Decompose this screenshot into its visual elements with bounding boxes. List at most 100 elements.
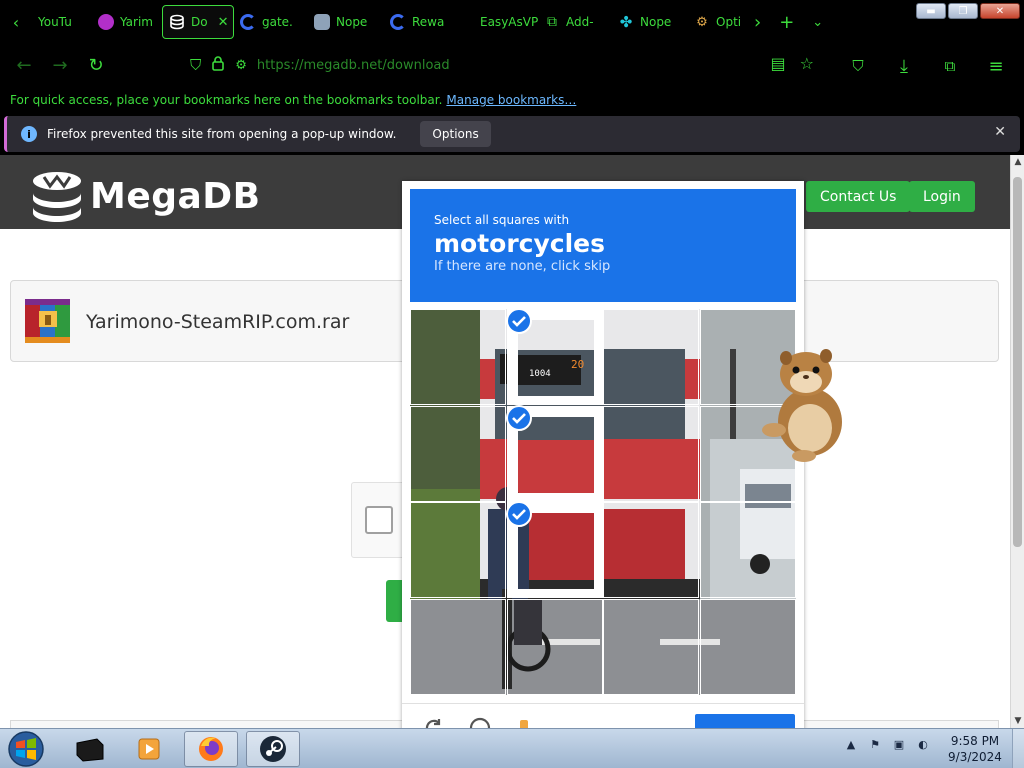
popup-notice-text: Firefox prevented this site from opening… (47, 127, 397, 141)
hamburger-menu-icon[interactable]: ≡ (978, 48, 1014, 84)
taskbar-app-firefox[interactable] (184, 731, 238, 767)
network-monitor-icon[interactable]: ▣ (890, 735, 908, 753)
bookmarks-hint: For quick access, place your bookmarks h… (10, 93, 443, 107)
tab-download[interactable]: Do ✕ (162, 5, 234, 39)
tab-close-icon[interactable]: ✕ (218, 15, 229, 30)
show-hidden-icons-arrow-icon[interactable]: ▲ (842, 735, 860, 753)
captcha-target: motorcycles (434, 229, 606, 258)
pocket-icon[interactable]: ⛉ (840, 48, 876, 84)
captcha-image-grid: 1004 20 (410, 309, 796, 695)
login-button[interactable]: Login (909, 181, 975, 212)
close-notice-icon[interactable]: ✕ (994, 124, 1006, 140)
tab-label: Rewa (412, 15, 445, 29)
tab-options[interactable]: ⚙ Opti (688, 5, 744, 39)
contact-us-button[interactable]: Contact Us (806, 181, 911, 212)
extensions-icon[interactable]: ⧉ (932, 48, 968, 84)
robot-icon (314, 14, 330, 30)
steam-icon (260, 736, 286, 762)
reader-view-icon[interactable]: ▤ (771, 54, 786, 73)
minimize-button[interactable]: ▬ (916, 3, 946, 19)
screen: ‹ YouTu Yarim Do ✕ gate. Nope Rewa EasyA… (0, 0, 1024, 768)
downloads-icon[interactable]: ⤓ (886, 48, 922, 84)
manage-bookmarks-link[interactable]: Manage bookmarks… (446, 93, 576, 107)
firefox-icon (199, 737, 223, 761)
scrollbar-thumb[interactable] (1013, 177, 1022, 547)
captcha-tile-r2-c1[interactable]: 1004 20 (505, 501, 603, 598)
captcha-tile-r1-c2[interactable] (603, 405, 699, 502)
page-scrollbar[interactable]: ▲ ▼ (1010, 155, 1024, 728)
captcha-tile-r0-c0[interactable] (410, 309, 506, 405)
tab-nope-1[interactable]: Nope (308, 5, 384, 39)
tab-strip: ‹ YouTu Yarim Do ✕ gate. Nope Rewa EasyA… (0, 0, 1024, 44)
tab-scroll-left-icon[interactable]: ‹ (0, 0, 32, 44)
tab-youtube[interactable]: YouTu (32, 5, 92, 39)
volume-icon[interactable]: ◐ (914, 735, 932, 753)
taskbar-app-media-player[interactable] (122, 731, 176, 767)
puzzle-icon: ⧉ (547, 14, 557, 30)
selected-check-icon (505, 501, 532, 527)
url-bar-actions: ▤ ☆ (771, 54, 814, 73)
shield-icon[interactable]: ⛉ (190, 56, 201, 74)
url-bar[interactable]: ⛉ ⚙ https://megadb.net/download ▤ ☆ (180, 50, 814, 80)
tab-label: Opti (716, 15, 742, 29)
taskbar-app-steam[interactable] (246, 731, 300, 767)
tab-scroll-right-icon[interactable]: › (754, 12, 761, 33)
bookmarks-toolbar: For quick access, place your bookmarks h… (0, 86, 1024, 114)
loading-ring-icon (390, 14, 406, 30)
winrar-archive-icon (25, 299, 70, 343)
selected-check-icon (505, 309, 532, 334)
tab-list-chevron-down-icon[interactable]: ⌄ (812, 15, 823, 30)
system-tray: ▲ ⚑ ▣ ◐ (842, 735, 932, 753)
captcha-challenge: Select all squares with motorcycles If t… (402, 181, 804, 742)
reload-icon[interactable]: ↻ (78, 47, 114, 83)
lock-icon[interactable] (211, 55, 225, 75)
tab-gate[interactable]: gate. (234, 5, 308, 39)
captcha-tile-r3-c2[interactable] (603, 598, 699, 695)
tab-nope-2[interactable]: ✤ Nope (612, 5, 688, 39)
scroll-up-icon[interactable]: ▲ (1011, 155, 1024, 169)
bookmark-star-icon[interactable]: ☆ (800, 54, 814, 73)
captcha-header: Select all squares with motorcycles If t… (410, 189, 796, 302)
start-button-icon[interactable] (6, 730, 46, 768)
logo-text: MegaDB (90, 175, 261, 217)
new-tab-plus-icon[interactable]: + (779, 12, 794, 33)
captcha-tile-r0-c1[interactable]: 1004 20 (505, 309, 603, 405)
url-text[interactable]: https://megadb.net/download (257, 58, 450, 73)
back-arrow-icon[interactable]: ← (6, 47, 42, 83)
show-desktop-button[interactable] (1012, 729, 1024, 768)
site-logo[interactable]: MegaDB (30, 169, 261, 223)
captcha-tile-r3-c1[interactable] (506, 598, 603, 695)
captcha-tile-r1-c0[interactable] (410, 405, 506, 502)
forward-arrow-icon[interactable]: → (42, 47, 78, 83)
captcha-tile-r1-c1[interactable]: 1004 20 (505, 404, 603, 502)
tab-addons[interactable]: ⧉ Add- (538, 5, 612, 39)
windows-taskbar: ▲ ⚑ ▣ ◐ 9:58 PM 9/3/2024 (0, 728, 1024, 768)
bus-number: 1004 (529, 369, 551, 379)
megadb-logo-icon (33, 172, 81, 222)
scroll-down-icon[interactable]: ▼ (1011, 714, 1024, 728)
permissions-icon[interactable]: ⚙ (235, 58, 247, 73)
captcha-tile-r2-c2[interactable] (603, 502, 699, 598)
restore-button[interactable]: ❐ (948, 3, 978, 19)
captcha-tile-r2-c3[interactable] (699, 502, 796, 598)
tab-yarimono[interactable]: Yarim (92, 5, 162, 39)
taskbar-clock[interactable]: 9:58 PM 9/3/2024 (940, 733, 1010, 765)
taskbar-app-terminal[interactable] (62, 731, 116, 767)
tab-easyasvpn[interactable]: EasyAsVP (460, 5, 538, 39)
navigation-toolbar: ← → ↻ ⛉ ⚙ https://megadb.net/download ▤ … (0, 44, 1024, 86)
tab-rewards[interactable]: Rewa (384, 5, 460, 39)
media-player-icon (138, 738, 160, 760)
captcha-tile-r2-c0[interactable] (410, 502, 506, 598)
action-center-flag-icon[interactable]: ⚑ (866, 735, 884, 753)
clock-time: 9:58 PM (950, 734, 1000, 748)
captcha-checkbox[interactable] (365, 506, 393, 534)
captcha-tile-r3-c3[interactable] (699, 598, 796, 695)
window-controls: ▬ ❐ ✕ (916, 3, 1020, 19)
tab-label: gate. (262, 15, 293, 29)
popup-options-button[interactable]: Options (420, 121, 491, 147)
captcha-tile-r0-c2[interactable] (603, 309, 699, 405)
tab-label: Nope (336, 15, 368, 29)
purple-site-icon (98, 14, 114, 30)
close-window-button[interactable]: ✕ (980, 3, 1020, 19)
captcha-tile-r3-c0[interactable] (410, 598, 506, 695)
